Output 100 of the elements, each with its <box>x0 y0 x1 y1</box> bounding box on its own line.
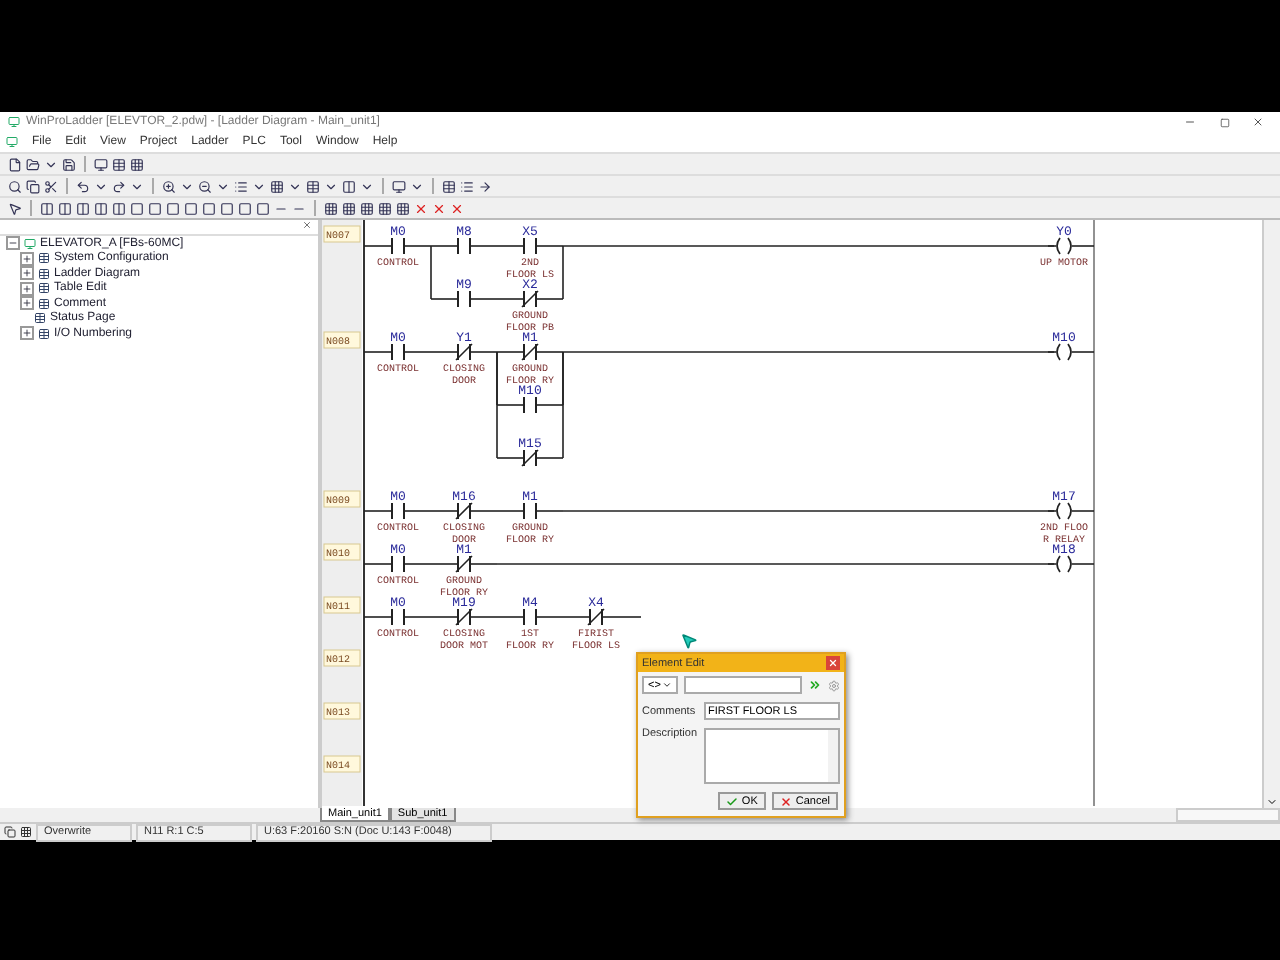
dropdown-icon[interactable] <box>324 179 338 193</box>
block-icon[interactable] <box>396 201 410 215</box>
dropdown-icon[interactable] <box>180 179 194 193</box>
normally-closed-contact[interactable] <box>496 290 564 308</box>
rung-number-box <box>323 755 361 773</box>
normally-open-contact[interactable] <box>496 237 564 255</box>
list-icon[interactable] <box>234 179 248 193</box>
maximize-icon <box>1219 117 1229 127</box>
normally-open-contact[interactable] <box>364 555 432 573</box>
minimize-icon <box>1184 116 1196 128</box>
horizontal-scrollbar[interactable] <box>1175 808 1280 822</box>
check-icon <box>725 795 738 807</box>
block-icon[interactable] <box>342 201 356 215</box>
dropdown-icon[interactable] <box>252 179 266 193</box>
grid-icon[interactable] <box>270 179 284 193</box>
expand-icon[interactable] <box>20 251 34 266</box>
rung-number-box <box>323 490 361 508</box>
normally-closed-contact[interactable] <box>430 502 498 520</box>
dropdown-icon[interactable] <box>130 179 144 193</box>
contact-icon[interactable] <box>94 201 108 215</box>
app-icon <box>6 136 18 148</box>
zoom-in-icon[interactable] <box>162 179 176 193</box>
columns-icon[interactable] <box>342 179 356 193</box>
scroll-down-icon[interactable] <box>1266 796 1278 808</box>
coil[interactable] <box>1047 237 1095 255</box>
dropdown-icon[interactable] <box>360 179 374 193</box>
monitor-icon[interactable] <box>94 157 108 171</box>
coil[interactable] <box>1047 555 1095 573</box>
table-icon[interactable] <box>112 157 126 171</box>
dropdown-icon[interactable] <box>410 179 424 193</box>
contact-icon[interactable] <box>58 201 72 215</box>
block-icon[interactable] <box>360 201 374 215</box>
folder-icon[interactable] <box>26 157 40 171</box>
list-icon[interactable] <box>460 179 474 193</box>
normally-closed-contact[interactable] <box>496 449 564 467</box>
document-icon[interactable] <box>8 157 22 171</box>
grid-icon[interactable] <box>130 157 144 171</box>
expand-icon[interactable] <box>20 266 34 281</box>
double-arrow-icon[interactable] <box>808 678 822 692</box>
dropdown-icon[interactable] <box>216 179 230 193</box>
vertical-scrollbar[interactable] <box>1262 220 1280 808</box>
delete-icon[interactable] <box>414 201 428 215</box>
mouse-cursor-icon <box>680 632 698 650</box>
expand-icon[interactable] <box>20 281 34 296</box>
normally-open-contact[interactable] <box>364 502 432 520</box>
branch-wire <box>430 245 564 300</box>
zoom-out-icon[interactable] <box>198 179 212 193</box>
coil[interactable] <box>1047 502 1095 520</box>
normally-open-contact[interactable] <box>430 290 498 308</box>
rung-number-box <box>323 596 361 614</box>
rung-number-box <box>323 649 361 667</box>
dropdown-icon[interactable] <box>44 157 58 171</box>
dropdown-icon[interactable] <box>288 179 302 193</box>
app-icon <box>8 116 20 128</box>
normally-open-contact[interactable] <box>430 237 498 255</box>
dropdown-icon[interactable] <box>94 179 108 193</box>
monitor-icon[interactable] <box>392 179 406 193</box>
close-button[interactable] <box>826 656 840 670</box>
search-icon[interactable] <box>8 179 22 193</box>
normally-open-contact[interactable] <box>364 237 432 255</box>
contact-icon[interactable] <box>40 201 54 215</box>
normally-closed-contact[interactable] <box>496 343 564 361</box>
cut-icon[interactable] <box>44 179 58 193</box>
rung-number-box <box>323 331 361 349</box>
element-name-field[interactable] <box>684 676 802 694</box>
normally-closed-contact[interactable] <box>430 555 498 573</box>
branch-wire <box>496 351 564 459</box>
copy-icon[interactable] <box>26 179 40 193</box>
rung-number-box <box>323 225 361 243</box>
normally-closed-contact[interactable] <box>430 343 498 361</box>
contact-icon[interactable] <box>112 201 126 215</box>
contact-icon[interactable] <box>76 201 90 215</box>
block-icon[interactable] <box>324 201 338 215</box>
normally-closed-contact[interactable] <box>562 608 630 626</box>
arrow-icon[interactable] <box>478 179 492 193</box>
collapse-icon[interactable] <box>6 236 20 251</box>
expand-icon[interactable] <box>20 326 34 341</box>
normally-open-contact[interactable] <box>496 502 564 520</box>
delete-icon[interactable] <box>450 201 464 215</box>
grid-icon <box>20 826 32 838</box>
expand-icon[interactable] <box>20 296 34 311</box>
table-icon[interactable] <box>306 179 320 193</box>
normally-open-contact[interactable] <box>364 608 432 626</box>
table-icon[interactable] <box>442 179 456 193</box>
description-field[interactable] <box>704 728 840 784</box>
window-icon <box>4 826 16 838</box>
coil[interactable] <box>1047 343 1095 361</box>
normally-open-contact[interactable] <box>496 608 564 626</box>
pointer-icon[interactable] <box>8 201 22 215</box>
delete-icon[interactable] <box>432 201 446 215</box>
normally-open-contact[interactable] <box>496 396 564 414</box>
normally-closed-contact[interactable] <box>430 608 498 626</box>
redo-icon[interactable] <box>112 179 126 193</box>
rung-number-box <box>323 543 361 561</box>
block-icon[interactable] <box>378 201 392 215</box>
undo-icon[interactable] <box>76 179 90 193</box>
normally-open-contact[interactable] <box>364 343 432 361</box>
save-icon[interactable] <box>62 157 76 171</box>
close-icon <box>828 658 838 668</box>
plc-icon <box>24 237 36 250</box>
